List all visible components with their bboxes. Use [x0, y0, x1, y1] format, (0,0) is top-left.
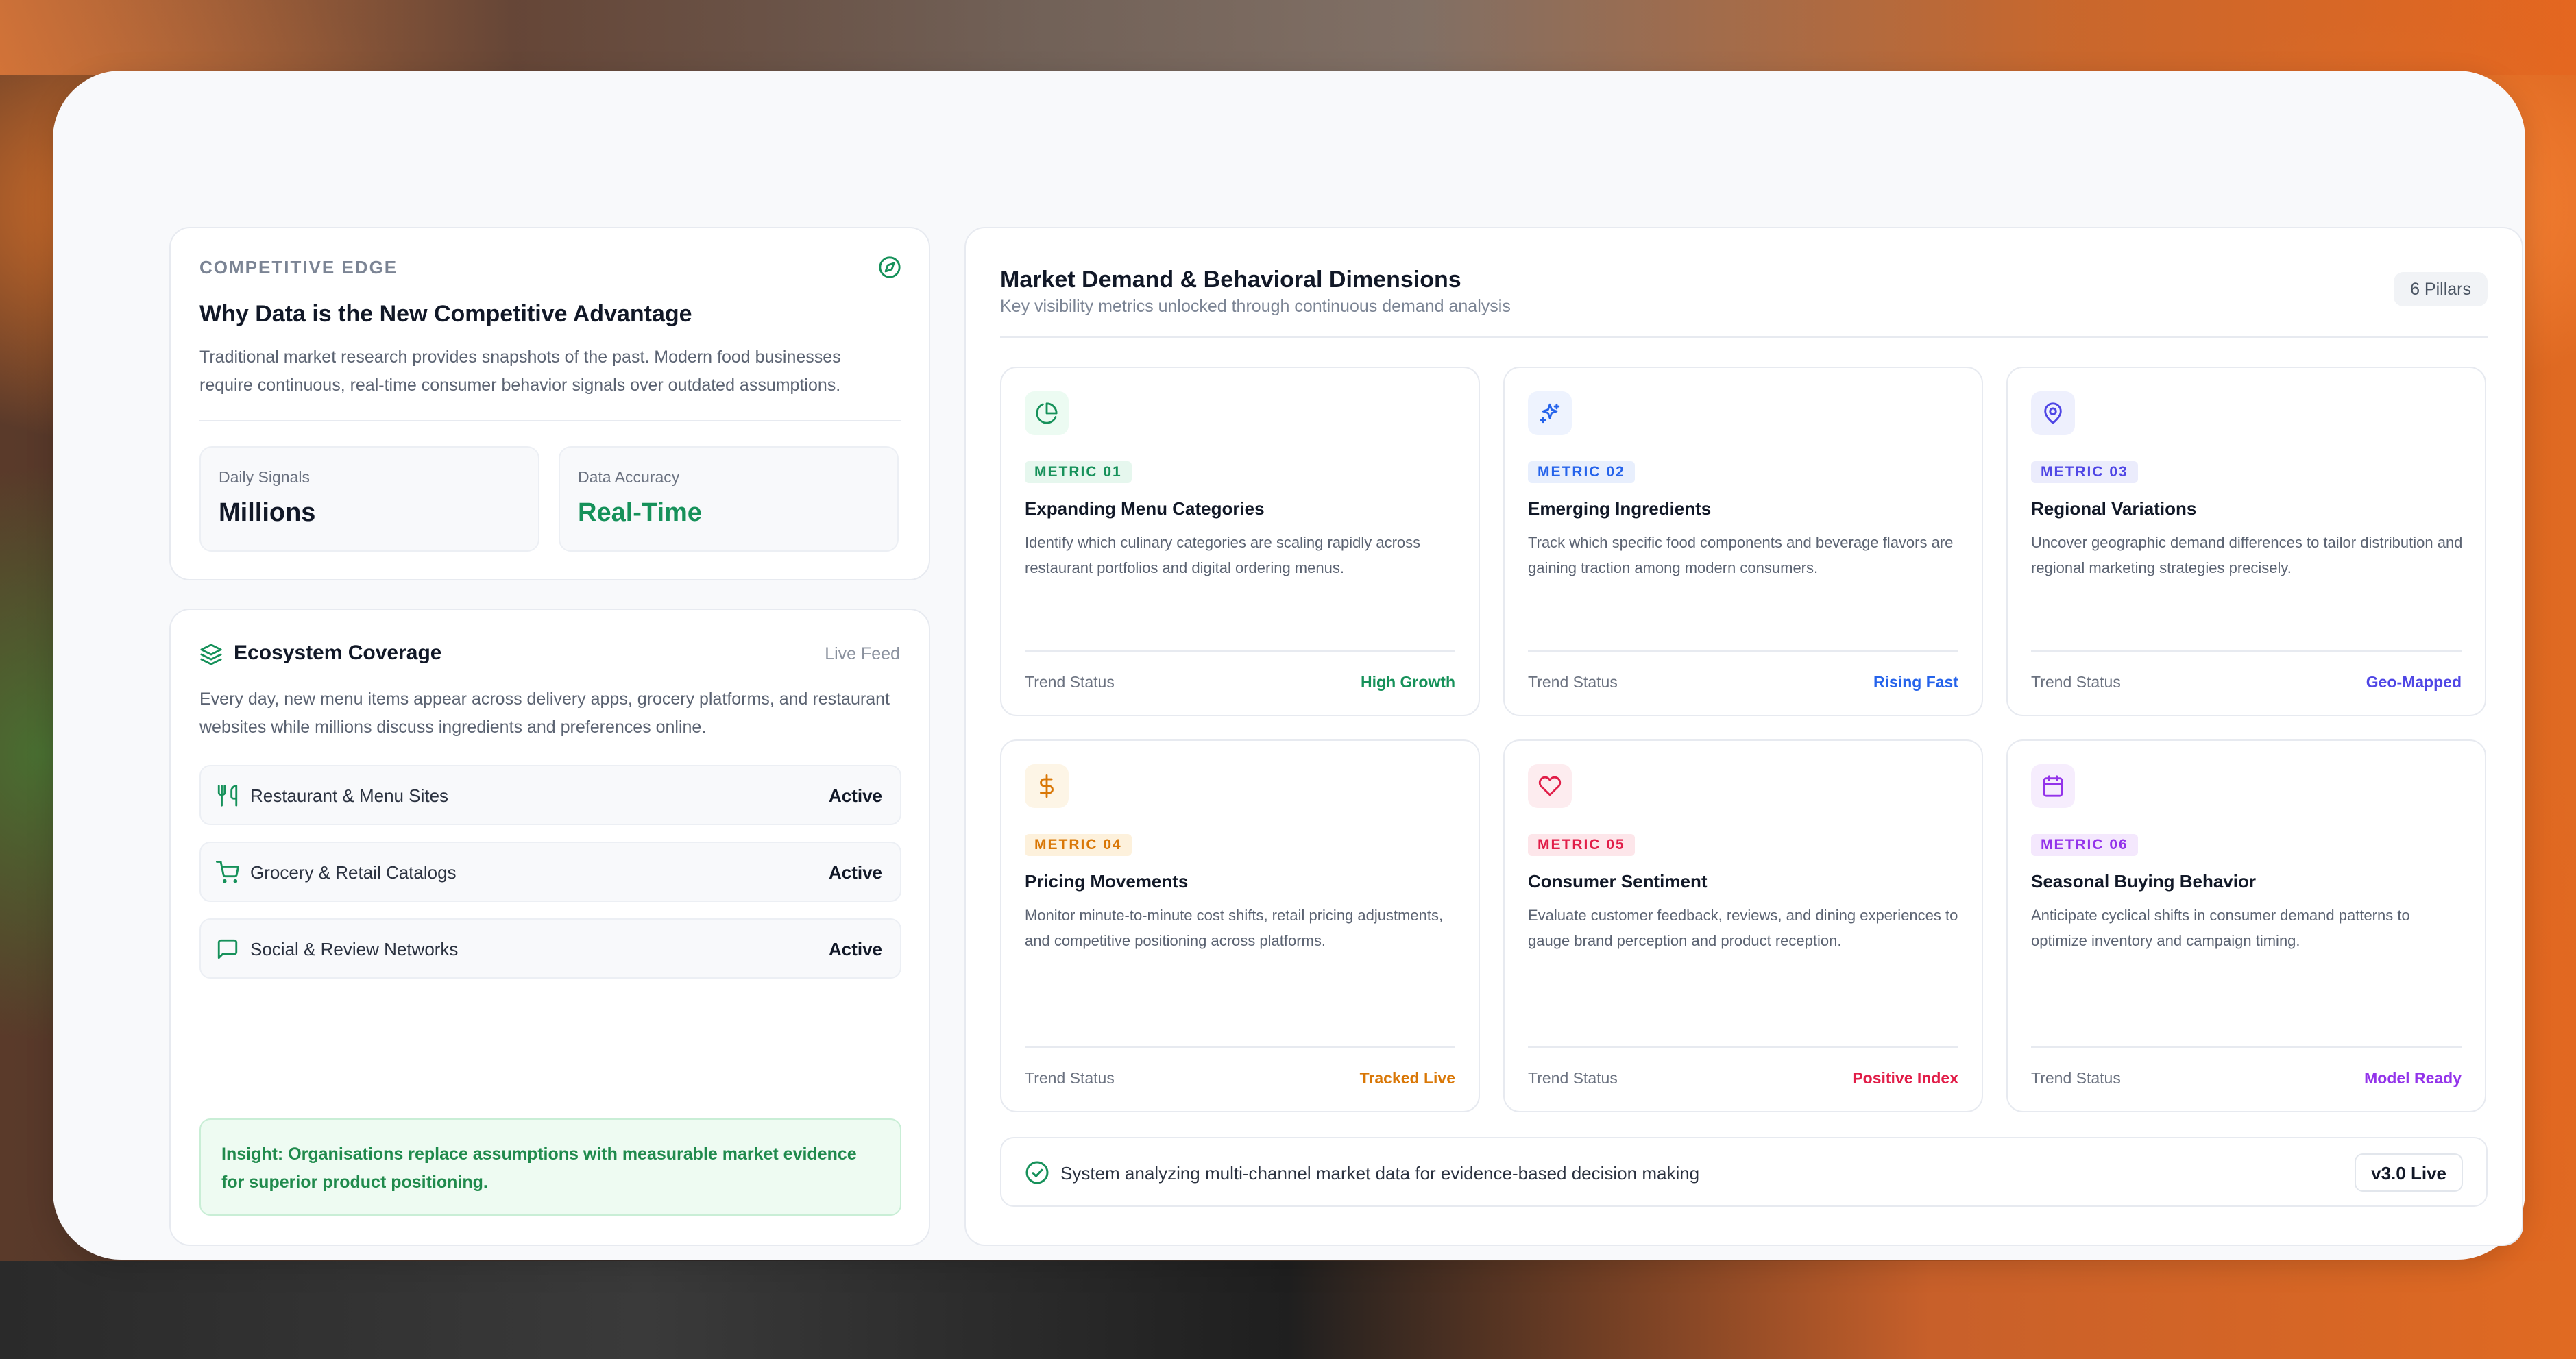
system-status-message: System analyzing multi-channel market da… [1060, 1163, 1700, 1184]
trend-status-label: Trend Status [1528, 1069, 1618, 1087]
metric-icon-box [2031, 764, 2075, 808]
metric-tag: METRIC 01 [1025, 461, 1132, 483]
compass-icon [879, 256, 901, 278]
metric-card-05[interactable]: METRIC 05 Consumer Sentiment Evaluate cu… [1503, 739, 1983, 1112]
metric-tag: METRIC 05 [1528, 834, 1635, 856]
chat-icon [217, 939, 238, 959]
pie-chart-icon [1036, 402, 1058, 424]
divider [199, 420, 901, 421]
ecosystem-title: Ecosystem Coverage [234, 641, 442, 664]
metric-tag: METRIC 04 [1025, 834, 1132, 856]
ecosystem-panel: Ecosystem Coverage Live Feed Every day, … [169, 609, 930, 1246]
metric-icon-box [1025, 391, 1069, 435]
layers-icon [200, 644, 222, 665]
metric-icon-box [1528, 391, 1572, 435]
metric-card-04[interactable]: METRIC 04 Pricing Movements Monitor minu… [1000, 739, 1480, 1112]
stat-value: Millions [219, 498, 316, 527]
main-card: COMPETITIVE EDGE Why Data is the New Com… [53, 71, 2525, 1260]
edge-title: Why Data is the New Competitive Advantag… [199, 301, 692, 327]
metric-icon-box [2031, 391, 2075, 435]
utensils-icon [217, 785, 238, 807]
source-status: Active [828, 862, 882, 883]
source-item-social[interactable]: Social & Review Networks Active [199, 918, 901, 979]
cart-icon [216, 861, 239, 883]
source-name: Grocery & Retail Catalogs [250, 862, 457, 883]
divider [2031, 1046, 2462, 1048]
dollar-icon [1040, 774, 1054, 798]
check-circle-icon [1025, 1161, 1049, 1184]
metric-description: Track which specific food components and… [1528, 534, 1954, 576]
stat-label: Data Accuracy [578, 468, 680, 486]
divider [1528, 1046, 1958, 1048]
stat-label: Daily Signals [219, 468, 310, 486]
metric-description: Identify which culinary categories are s… [1025, 534, 1421, 576]
stat-value: Real-Time [578, 498, 702, 527]
trend-status-label: Trend Status [1025, 673, 1115, 691]
metric-title: Pricing Movements [1025, 871, 1189, 892]
trend-status-label: Trend Status [1025, 1069, 1115, 1087]
metric-card-01[interactable]: METRIC 01 Expanding Menu Categories Iden… [1000, 367, 1480, 716]
metric-description: Anticipate cyclical shifts in consumer d… [2031, 907, 2410, 949]
stat-data-accuracy: Data Accuracy Real-Time [559, 446, 899, 552]
trend-status-value: Positive Index [1852, 1069, 1958, 1087]
trend-status-label: Trend Status [2031, 1069, 2121, 1087]
live-feed-label: Live Feed [825, 644, 900, 663]
metric-card-03[interactable]: METRIC 03 Regional Variations Uncover ge… [2006, 367, 2486, 716]
metric-description: Uncover geographic demand differences to… [2031, 534, 2463, 576]
divider [1025, 1046, 1455, 1048]
insight-callout: Insight: Organisations replace assumptio… [199, 1118, 901, 1216]
source-item-grocery[interactable]: Grocery & Retail Catalogs Active [199, 842, 901, 902]
source-status: Active [828, 939, 882, 959]
metric-tag: METRIC 06 [2031, 834, 2138, 856]
metric-card-02[interactable]: METRIC 02 Emerging Ingredients Track whi… [1503, 367, 1983, 716]
competitive-edge-panel: COMPETITIVE EDGE Why Data is the New Com… [169, 227, 930, 580]
heart-icon [1538, 776, 1562, 796]
metric-card-06[interactable]: METRIC 06 Seasonal Buying Behavior Antic… [2006, 739, 2486, 1112]
trend-status-label: Trend Status [2031, 673, 2121, 691]
divider [1528, 650, 1958, 652]
divider [2031, 650, 2462, 652]
metric-icon-box [1528, 764, 1572, 808]
trend-status-label: Trend Status [1528, 673, 1618, 691]
map-pin-icon [2044, 402, 2062, 424]
sparkles-icon [1540, 403, 1560, 424]
source-name: Restaurant & Menu Sites [250, 785, 449, 806]
metric-description: Evaluate customer feedback, reviews, and… [1528, 907, 1958, 949]
trend-status-value: Model Ready [2364, 1069, 2462, 1087]
source-item-restaurant[interactable]: Restaurant & Menu Sites Active [199, 765, 901, 825]
pillars-badge: 6 Pillars [2394, 272, 2488, 306]
metric-tag: METRIC 02 [1528, 461, 1635, 483]
market-demand-panel: Market Demand & Behavioral Dimensions Ke… [964, 227, 2523, 1246]
ecosystem-description: Every day, new menu items appear across … [199, 689, 890, 737]
calendar-icon [2043, 775, 2063, 797]
metric-tag: METRIC 03 [2031, 461, 2138, 483]
market-title: Market Demand & Behavioral Dimensions [1000, 267, 1461, 293]
source-name: Social & Review Networks [250, 939, 459, 959]
market-subtitle: Key visibility metrics unlocked through … [1000, 297, 1511, 316]
background-top [0, 0, 2576, 75]
metric-title: Regional Variations [2031, 498, 2197, 519]
source-status: Active [828, 785, 882, 806]
metric-description: Monitor minute-to-minute cost shifts, re… [1025, 907, 1444, 949]
stat-daily-signals: Daily Signals Millions [199, 446, 539, 552]
trend-status-value: High Growth [1361, 673, 1455, 691]
divider [1000, 336, 2488, 338]
trend-status-value: Rising Fast [1873, 673, 1958, 691]
eyebrow-label: COMPETITIVE EDGE [199, 257, 398, 278]
trend-status-value: Geo-Mapped [2366, 673, 2462, 691]
system-status-bar: System analyzing multi-channel market da… [1000, 1137, 2488, 1207]
edge-description: Traditional market research provides sna… [199, 347, 841, 395]
metric-title: Expanding Menu Categories [1025, 498, 1265, 519]
background-bottom [0, 1261, 2576, 1359]
metric-title: Consumer Sentiment [1528, 871, 1708, 892]
trend-status-value: Tracked Live [1359, 1069, 1455, 1087]
version-badge[interactable]: v3.0 Live [2355, 1153, 2463, 1192]
metric-title: Emerging Ingredients [1528, 498, 1712, 519]
divider [1025, 650, 1455, 652]
metric-icon-box [1025, 764, 1069, 808]
metric-title: Seasonal Buying Behavior [2031, 871, 2256, 892]
